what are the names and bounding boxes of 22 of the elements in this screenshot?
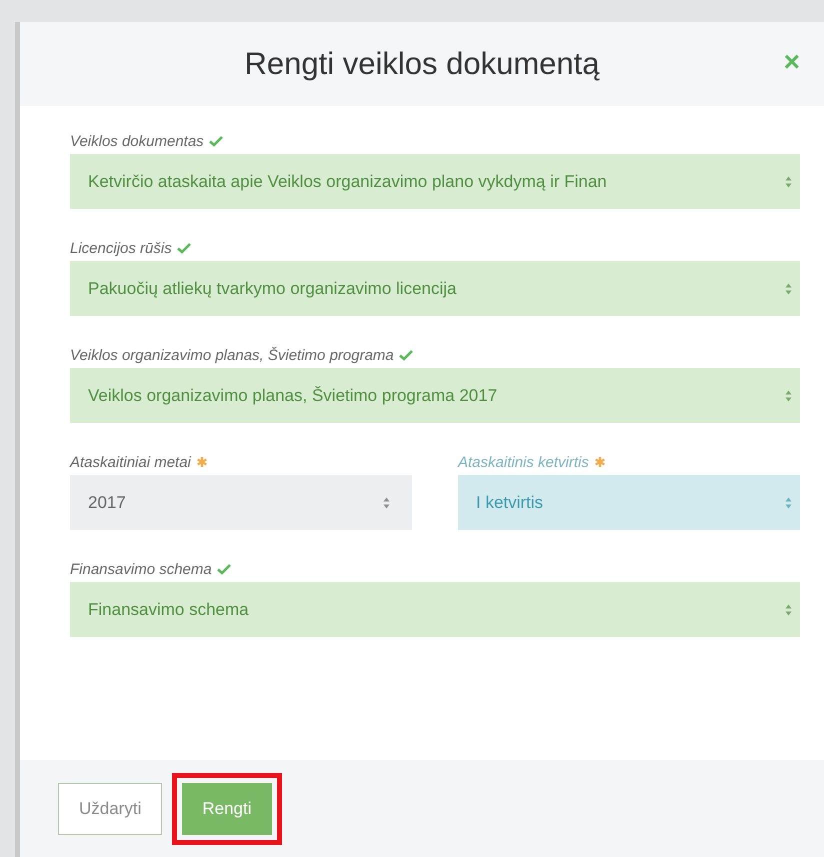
submit-button[interactable]: Rengti [182, 782, 272, 834]
select-field[interactable]: Veiklos organizavimo planas, Švietimo programa 2017 [70, 368, 800, 423]
field-label: Veiklos dokumentas [70, 132, 204, 150]
sort-arrows-icon [785, 282, 792, 294]
select-field[interactable]: Finansavimo schema [70, 582, 800, 637]
close-button[interactable]: Uždaryti [58, 782, 162, 834]
select-field[interactable]: Ketvirčio ataskaita apie Veiklos organizavimo plano vykdymą ir Finan [70, 154, 800, 209]
dialog-title: Rengti veiklos dokumentą [244, 46, 600, 82]
select-field[interactable]: Pakuočių atliekų tvarkymo organizavimo licencija [70, 261, 800, 316]
select-field[interactable]: I ketvirtis [458, 475, 800, 530]
field-label: Ataskaitiniai metai [70, 454, 191, 470]
sort-arrows-icon [383, 496, 390, 508]
sort-arrows-icon [785, 176, 792, 188]
sort-arrows-icon [785, 390, 792, 402]
sort-arrows-icon [785, 496, 792, 508]
field-label: Veiklos organizavimo planas, Švietimo programa [70, 346, 394, 364]
close-button[interactable]: × [780, 48, 804, 76]
field-label: Licencijos rūšis [70, 240, 172, 256]
select-field[interactable]: 2017 [70, 475, 412, 530]
sort-arrows-icon [785, 604, 792, 616]
field-label: Ataskaitinis ketvirtis [458, 454, 589, 470]
field-label: Finansavimo schema [70, 560, 212, 578]
